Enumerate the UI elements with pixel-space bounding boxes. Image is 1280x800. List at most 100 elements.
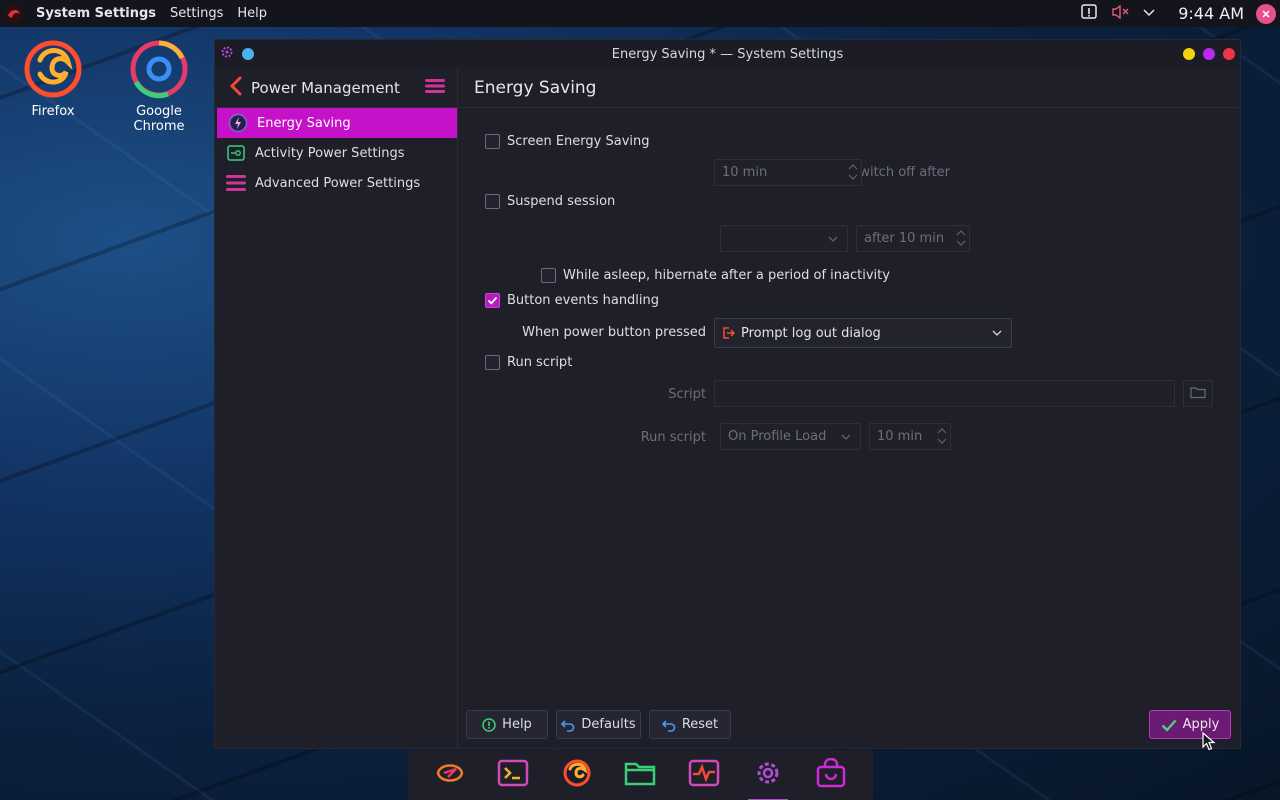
window-title: Energy Saving * — System Settings: [611, 46, 844, 62]
dock-firefox[interactable]: [557, 755, 597, 795]
checkbox-box[interactable]: [485, 134, 500, 149]
hibernate-checkbox[interactable]: While asleep, hibernate after a period o…: [541, 268, 890, 283]
spin-arrows-icon[interactable]: [956, 228, 966, 248]
terminal-icon: [497, 759, 529, 791]
button-events-checkbox[interactable]: Button events handling: [485, 293, 659, 308]
suspend-session-checkbox[interactable]: Suspend session: [485, 194, 615, 209]
volume-muted-icon[interactable]: [1110, 3, 1130, 25]
close-button[interactable]: [1223, 48, 1235, 60]
pin-button[interactable]: [242, 48, 254, 60]
top-panel: System Settings Settings Help 9:44 AM: [0, 0, 1280, 27]
chevron-down-icon[interactable]: [1142, 5, 1156, 23]
menu-help[interactable]: Help: [237, 6, 267, 21]
checkbox-label: Suspend session: [507, 194, 616, 209]
menu-settings[interactable]: Settings: [170, 6, 223, 21]
run-script-when-label: Run script: [640, 430, 706, 445]
sidebar-title: Power Management: [251, 78, 400, 97]
help-button[interactable]: Help: [466, 710, 548, 739]
run-script-delay-spinbox[interactable]: 10 min: [869, 423, 951, 450]
spin-arrows-icon[interactable]: [848, 162, 858, 182]
dock-system-settings[interactable]: [747, 755, 788, 800]
dock-terminal[interactable]: [493, 755, 533, 795]
settings-app-icon[interactable]: [220, 45, 234, 63]
desktop-icon-firefox[interactable]: Firefox: [3, 38, 103, 119]
sidebar-item-label: Advanced Power Settings: [255, 175, 421, 191]
undo-icon: [561, 718, 575, 732]
spin-arrows-icon[interactable]: [937, 426, 947, 446]
spinbox-value: 10 min: [722, 165, 768, 180]
checkmark-icon: [487, 296, 498, 305]
minimize-button[interactable]: [1183, 48, 1195, 60]
mouse-cursor-icon: [1202, 731, 1216, 756]
power-button-label: When power button pressed: [522, 325, 706, 340]
sidebar-header: Power Management: [215, 68, 457, 108]
hamburger-menu-icon[interactable]: [425, 78, 445, 98]
content-area: Energy Saving Screen Energy Saving Switc…: [459, 68, 1240, 748]
back-arrow-icon[interactable]: [229, 76, 243, 100]
dropdown-value: Prompt log out dialog: [741, 325, 881, 341]
spinbox-value: 10 min: [877, 429, 923, 444]
run-script-checkbox[interactable]: Run script: [485, 355, 572, 370]
button-label: Defaults: [581, 717, 636, 732]
maximize-button[interactable]: [1203, 48, 1215, 60]
browse-script-button[interactable]: [1183, 380, 1213, 407]
window-titlebar[interactable]: Energy Saving * — System Settings: [215, 40, 1240, 68]
distro-logo-icon[interactable]: [4, 4, 24, 24]
chevron-down-icon: [991, 327, 1003, 343]
suspend-after-spinbox[interactable]: after 10 min: [856, 225, 970, 252]
advanced-icon: [225, 172, 247, 194]
reset-button[interactable]: Reset: [649, 710, 731, 739]
folder-icon: [1190, 385, 1206, 403]
notification-icon[interactable]: [1080, 3, 1098, 25]
checkbox-box[interactable]: [485, 355, 500, 370]
switch-off-after-spinbox[interactable]: 10 min: [714, 159, 862, 186]
dock-system-monitor[interactable]: [684, 755, 724, 795]
sidebar-item-energy-saving[interactable]: Energy Saving: [217, 108, 457, 138]
system-monitor-icon: [688, 759, 720, 791]
user-avatar[interactable]: [1256, 3, 1276, 24]
checkbox-box[interactable]: [485, 194, 500, 209]
chrome-icon: [128, 38, 190, 100]
firefox-icon: [561, 757, 593, 793]
clock[interactable]: 9:44 AM: [1178, 4, 1244, 23]
checkbox-label: Run script: [507, 355, 573, 370]
dock-launcher[interactable]: [430, 755, 470, 795]
sidebar: Power Management Energy Saving Activity …: [215, 68, 458, 748]
run-script-when-dropdown[interactable]: On Profile Load: [720, 423, 861, 450]
dropdown-value: On Profile Load: [728, 429, 827, 444]
page-title: Energy Saving: [459, 68, 1238, 108]
automatically-dropdown[interactable]: [720, 225, 848, 252]
dock-files[interactable]: [620, 755, 660, 795]
global-menu: System Settings Settings Help: [36, 6, 267, 21]
chevron-down-icon: [840, 431, 852, 447]
script-path-input[interactable]: [714, 380, 1175, 407]
checkbox-label: Screen Energy Saving: [507, 134, 650, 149]
launcher-icon: [434, 759, 466, 791]
store-icon: [815, 757, 847, 792]
sidebar-item-label: Energy Saving: [257, 115, 351, 131]
files-icon: [624, 759, 656, 791]
button-label: Help: [502, 717, 532, 732]
sidebar-item-activity-power-settings[interactable]: Activity Power Settings: [215, 138, 457, 168]
sidebar-item-label: Activity Power Settings: [255, 145, 405, 161]
screen-energy-saving-checkbox[interactable]: Screen Energy Saving: [485, 134, 650, 149]
firefox-icon: [22, 38, 84, 100]
dock: [408, 750, 873, 800]
undo-icon: [661, 718, 676, 732]
dock-store[interactable]: [811, 755, 851, 795]
checkbox-box[interactable]: [485, 293, 500, 308]
apply-button[interactable]: Apply: [1149, 710, 1231, 739]
power-button-dropdown[interactable]: Prompt log out dialog: [714, 318, 1012, 348]
spinbox-value: after 10 min: [864, 231, 945, 246]
defaults-button[interactable]: Defaults: [556, 710, 641, 739]
settings-icon: [752, 757, 784, 793]
desktop-icon-chrome[interactable]: Google Chrome: [109, 38, 209, 134]
sidebar-item-advanced-power-settings[interactable]: Advanced Power Settings: [215, 168, 457, 198]
system-settings-window: Energy Saving * — System Settings Power …: [214, 39, 1241, 749]
checkmark-icon: [1161, 718, 1177, 732]
checkbox-label: While asleep, hibernate after a period o…: [563, 268, 890, 283]
desktop-icon-label: Firefox: [31, 104, 75, 119]
script-label: Script: [668, 387, 706, 402]
checkbox-box[interactable]: [541, 268, 556, 283]
active-app-name[interactable]: System Settings: [36, 6, 156, 21]
